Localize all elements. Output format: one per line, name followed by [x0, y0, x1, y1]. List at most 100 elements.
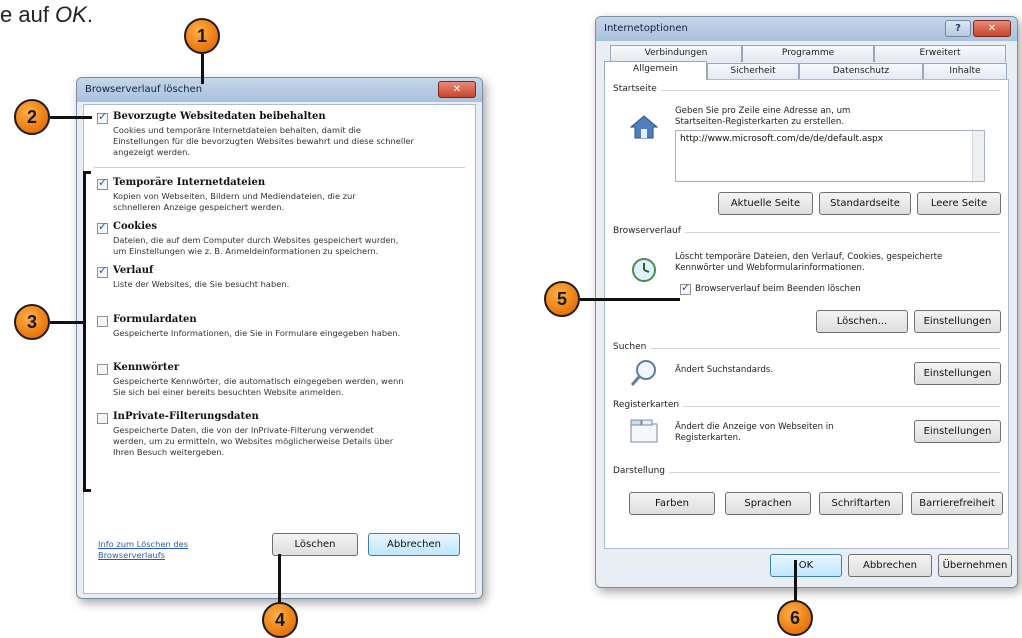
callout-3-bracket: [83, 171, 86, 492]
info-delete-history-link[interactable]: Info zum Löschen des Browserverlaufs: [98, 539, 188, 561]
preserve-favorites-checkbox[interactable]: [97, 110, 108, 124]
suchen-label: Suchen: [613, 342, 651, 352]
preserve-favorites-title: Bevorzugte Websitedaten beibehalten: [113, 111, 326, 122]
delete-on-exit-checkbox[interactable]: [680, 281, 691, 295]
desc-line: Gespeicherte Kennwörter, die automatisch…: [113, 376, 404, 386]
registerkarten-label: Registerkarten: [613, 400, 684, 410]
callout-6-line: [794, 560, 797, 604]
darstellung-label: Darstellung: [613, 466, 670, 476]
internet-options-client: Startseite Geben Sie pro Zeile eine Adre…: [604, 79, 1009, 549]
passwords-desc: Gespeicherte Kennwörter, die automatisch…: [113, 376, 403, 398]
cookies-desc: Dateien, die auf dem Computer durch Webs…: [113, 235, 398, 257]
cancel-button[interactable]: Abbrechen: [368, 533, 460, 556]
blank-page-button[interactable]: Leere Seite: [917, 192, 1001, 215]
form-data-title: Formulardaten: [113, 314, 197, 325]
temp-files-checkbox[interactable]: [97, 176, 108, 190]
history-settings-button[interactable]: Einstellungen: [914, 310, 1001, 333]
group-line: [613, 90, 1000, 91]
delete-button[interactable]: Löschen: [272, 533, 358, 556]
homepage-url: http://www.microsoft.com/de/de/default.a…: [680, 134, 884, 144]
default-page-button[interactable]: Standardseite: [819, 192, 911, 215]
text-line: Registerkarten.: [675, 433, 741, 443]
callout-2-line: [50, 116, 92, 119]
desc-line: Ihren Besuch weitergeben.: [113, 447, 225, 457]
callout-3-bracket-top: [83, 171, 91, 174]
history-checkbox[interactable]: [97, 264, 108, 278]
delete-history-titlebar: Browserverlauf löschen ✕: [77, 78, 482, 102]
text-line: Geben Sie pro Zeile eine Adresse an, um: [675, 106, 851, 116]
fonts-button[interactable]: Schriftarten: [819, 492, 903, 515]
callout-3: 3: [14, 304, 50, 340]
passwords-checkbox[interactable]: [97, 364, 108, 375]
tabs-settings-button[interactable]: Einstellungen: [914, 420, 1001, 443]
options-cancel-button[interactable]: Abbrechen: [848, 554, 932, 577]
search-icon: [629, 358, 659, 388]
caption-ok: OK: [55, 2, 87, 27]
callout-1-line: [201, 54, 204, 84]
desc-line: angezeigt werden.: [113, 147, 191, 157]
accessibility-button[interactable]: Barrierefreiheit: [911, 492, 1003, 515]
desc-line: Sie sich bei einer bereits besuchten Web…: [113, 387, 344, 397]
inprivate-title: InPrivate-Filterungsdaten: [113, 411, 259, 422]
search-settings-button[interactable]: Einstellungen: [914, 362, 1001, 385]
callout-5: 5: [544, 281, 580, 317]
ok-button[interactable]: OK: [770, 554, 842, 577]
startseite-text: Geben Sie pro Zeile eine Adresse an, um …: [675, 106, 850, 128]
callout-1: 1: [184, 18, 220, 54]
desc-line: Einstellungen für die bevorzugten Websit…: [113, 136, 414, 146]
desc-line: werden, um zu ermitteln, wo Websites mög…: [113, 436, 394, 446]
desc-line: Kopien von Webseiten, Bildern und Medien…: [113, 191, 356, 201]
form-data-desc: Gespeicherte Informationen, die Sie in F…: [113, 328, 400, 339]
registerkarten-text: Ändert die Anzeige von Webseiten in Regi…: [675, 422, 834, 444]
delete-history-title: Browserverlauf löschen: [85, 84, 203, 95]
temp-files-title: Temporäre Internetdateien: [113, 177, 266, 188]
textarea-scrollbar[interactable]: [972, 131, 984, 181]
history-title: Verlauf: [113, 265, 154, 276]
tab-datenschutz[interactable]: Datenschutz: [799, 63, 923, 80]
colors-button[interactable]: Farben: [629, 492, 715, 515]
desc-line: schnelleren Anzeige gespeichert werden.: [113, 202, 285, 212]
apply-button[interactable]: Übernehmen: [938, 554, 1012, 577]
tab-sicherheit[interactable]: Sicherheit: [707, 63, 799, 80]
close-icon[interactable]: ✕: [973, 20, 1011, 37]
text-line: Ändert die Anzeige von Webseiten in: [675, 422, 834, 432]
history-delete-button[interactable]: Löschen...: [816, 310, 908, 333]
tab-allgemein[interactable]: Allgemein: [604, 61, 707, 80]
callout-2: 2: [14, 99, 50, 135]
suchen-text: Ändert Suchstandards.: [675, 365, 774, 375]
tab-programme[interactable]: Programme: [742, 45, 874, 62]
tabs-icon: [629, 418, 659, 444]
cookies-checkbox[interactable]: [97, 220, 108, 234]
delete-history-dialog: Browserverlauf löschen ✕ Bevorzugte Webs…: [76, 77, 483, 599]
text-line: Kennwörter und Webformularinformationen.: [675, 263, 865, 273]
text-line: Startseiten-Registerkarten zu erstellen.: [675, 117, 845, 127]
callout-4: 4: [262, 602, 298, 638]
preserve-favorites-desc: Cookies und temporäre Internetdateien be…: [113, 125, 414, 158]
callout-6: 6: [777, 600, 813, 636]
home-icon: [629, 114, 659, 140]
form-data-checkbox[interactable]: [97, 316, 108, 327]
history-desc: Liste der Websites, die Sie besucht habe…: [113, 279, 289, 290]
temp-files-desc: Kopien von Webseiten, Bildern und Medien…: [113, 191, 356, 213]
inprivate-checkbox[interactable]: [97, 413, 108, 424]
caption-prefix: e auf: [0, 2, 56, 27]
group-line: [613, 348, 1000, 349]
desc-line: Liste der Websites, die Sie besucht habe…: [113, 279, 290, 289]
callout-3-bracket-bottom: [83, 489, 91, 492]
callout-4-line: [278, 554, 281, 604]
desc-line: Dateien, die auf dem Computer durch Webs…: [113, 235, 399, 245]
text-line: Löscht temporäre Dateien, den Verlauf, C…: [675, 252, 943, 262]
homepage-url-textarea[interactable]: http://www.microsoft.com/de/de/default.a…: [675, 130, 985, 182]
desc-line: Gespeicherte Informationen, die Sie in F…: [113, 328, 401, 338]
separator: [94, 167, 465, 168]
tab-inhalte[interactable]: Inhalte: [923, 63, 1007, 80]
close-icon[interactable]: ✕: [438, 81, 476, 98]
desc-line: Cookies und temporäre Internetdateien be…: [113, 125, 361, 135]
help-icon[interactable]: ?: [945, 20, 971, 37]
caption-suffix: .: [86, 2, 93, 27]
current-page-button[interactable]: Aktuelle Seite: [718, 192, 813, 215]
languages-button[interactable]: Sprachen: [725, 492, 811, 515]
tab-verbindungen[interactable]: Verbindungen: [610, 45, 742, 62]
tab-erweitert[interactable]: Erweitert: [874, 45, 1006, 62]
link-line: Info zum Löschen des: [98, 539, 189, 549]
